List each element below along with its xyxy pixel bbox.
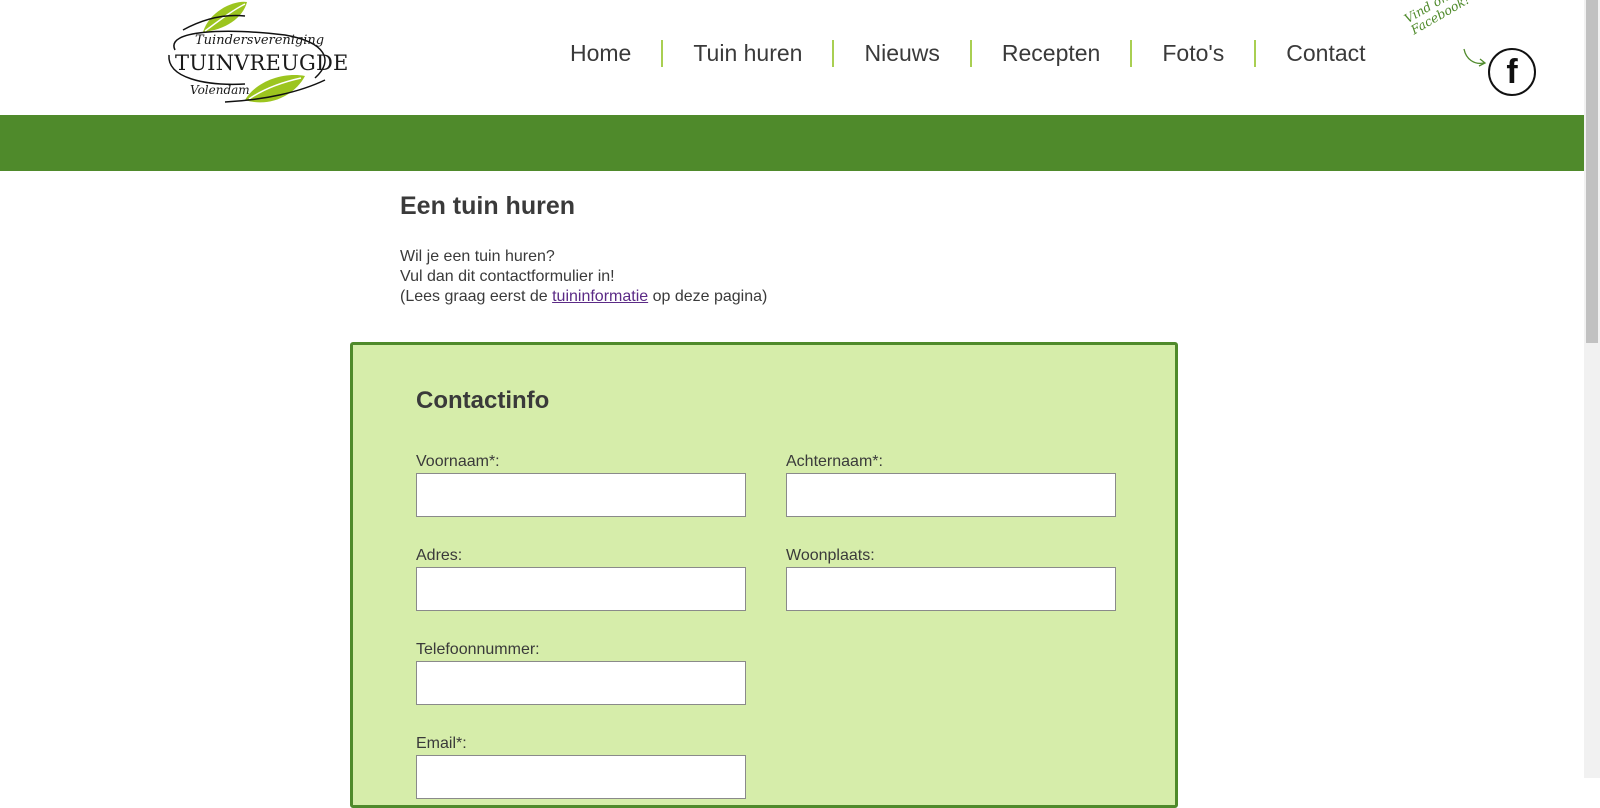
site-header: Tuindersvereniging TUINVREUGDE Volendam … bbox=[0, 0, 1584, 115]
facebook-tagline: Vind ons ook op Facebook! bbox=[1401, 0, 1497, 38]
intro-line-3-start: (Lees graag eerst de bbox=[400, 288, 553, 305]
intro-line-2: Vul dan dit contactformulier in! bbox=[400, 268, 615, 285]
intro-text: Wil je een tuin huren? Vul dan dit conta… bbox=[400, 247, 1100, 307]
main-content: Een tuin huren Wil je een tuin huren? Vu… bbox=[400, 186, 1100, 307]
intro-line-3-end: op deze pagina) bbox=[648, 288, 768, 305]
scrollbar-thumb[interactable] bbox=[1586, 0, 1598, 343]
form-title: Contactinfo bbox=[416, 387, 550, 414]
contact-form: Contactinfo Voornaam*: Achternaam*: Adre… bbox=[350, 342, 1178, 808]
email-field: Email*: bbox=[416, 734, 746, 799]
voornaam-label: Voornaam*: bbox=[416, 453, 500, 470]
facebook-icon[interactable]: f bbox=[1488, 48, 1536, 96]
tuininformatie-link[interactable]: tuininformatie bbox=[552, 288, 648, 305]
woonplaats-label: Woonplaats: bbox=[786, 547, 875, 564]
voornaam-input[interactable] bbox=[416, 473, 746, 517]
logo-subtitle: Tuindersvereniging bbox=[195, 33, 325, 48]
nav-home[interactable]: Home bbox=[540, 38, 661, 68]
logo-location: Volendam bbox=[190, 83, 250, 97]
achternaam-field: Achternaam*: bbox=[786, 452, 1116, 517]
telefoon-field: Telefoonnummer: bbox=[416, 640, 746, 705]
woonplaats-input[interactable] bbox=[786, 567, 1116, 611]
nav-recepten[interactable]: Recepten bbox=[972, 38, 1130, 68]
intro-line-3: (Lees graag eerst de tuininformatie op d… bbox=[400, 287, 1100, 307]
achternaam-input[interactable] bbox=[786, 473, 1116, 517]
facebook-icon-letter: f bbox=[1506, 52, 1518, 91]
nav-nieuws[interactable]: Nieuws bbox=[834, 38, 969, 68]
nav-fotos[interactable]: Foto's bbox=[1132, 38, 1254, 68]
main-nav: Home Tuin huren Nieuws Recepten Foto's C… bbox=[540, 38, 1396, 68]
email-label: Email*: bbox=[416, 735, 467, 752]
telefoon-label: Telefoonnummer: bbox=[416, 641, 540, 658]
header-green-band bbox=[0, 115, 1584, 171]
voornaam-field: Voornaam*: bbox=[416, 452, 746, 517]
intro-line-1: Wil je een tuin huren? bbox=[400, 248, 555, 265]
site-logo[interactable]: Tuindersvereniging TUINVREUGDE Volendam bbox=[165, 0, 348, 112]
email-input[interactable] bbox=[416, 755, 746, 799]
telefoon-input[interactable] bbox=[416, 661, 746, 705]
nav-contact[interactable]: Contact bbox=[1256, 38, 1395, 68]
adres-input[interactable] bbox=[416, 567, 746, 611]
achternaam-label: Achternaam*: bbox=[786, 453, 883, 470]
page-title: Een tuin huren bbox=[400, 192, 575, 220]
adres-label: Adres: bbox=[416, 547, 463, 564]
adres-field: Adres: bbox=[416, 546, 746, 611]
logo-name: TUINVREUGDE bbox=[175, 51, 349, 75]
curved-arrow-icon bbox=[1463, 48, 1487, 67]
woonplaats-field: Woonplaats: bbox=[786, 546, 1116, 611]
nav-tuin-huren[interactable]: Tuin huren bbox=[663, 38, 832, 68]
